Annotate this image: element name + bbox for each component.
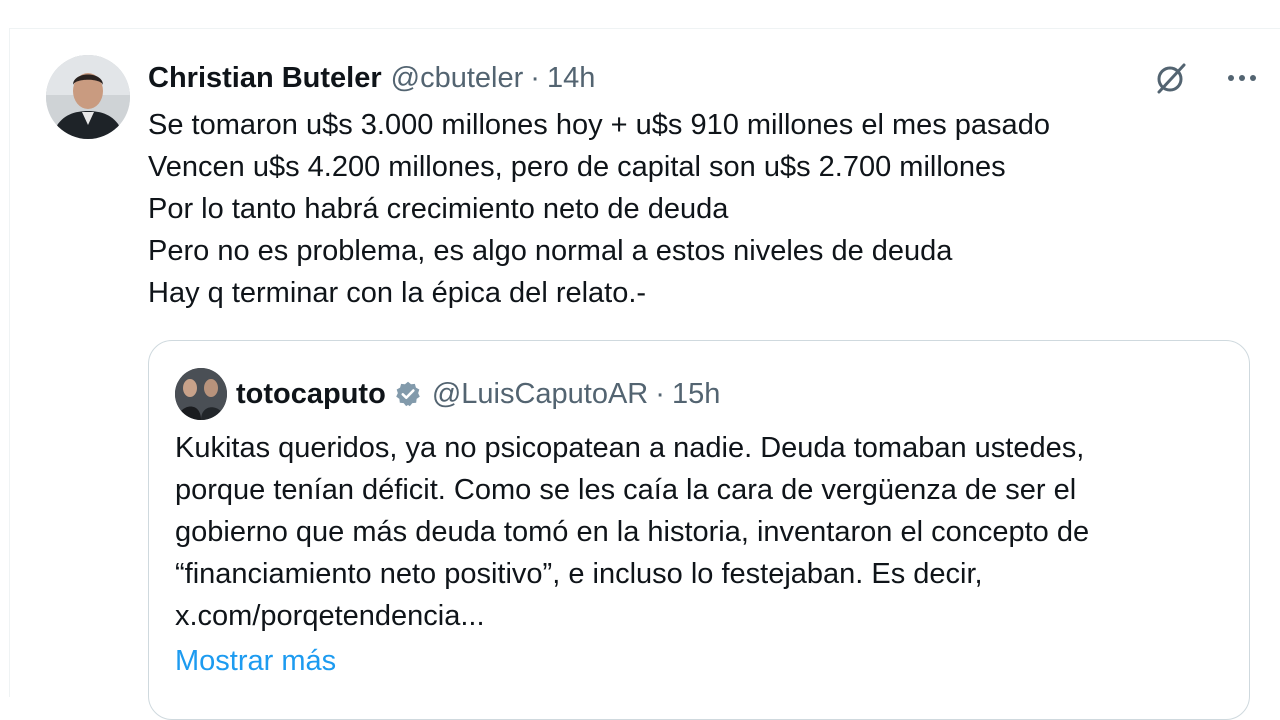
tweet-line: Vencen u$s 4.200 millones, pero de capit…	[148, 151, 1006, 183]
separator-dot: ·	[655, 377, 665, 410]
quoted-tweet-time[interactable]: 15h	[672, 378, 720, 411]
verified-badge-icon	[394, 380, 422, 408]
tweet-actions	[1150, 58, 1262, 98]
tweet-line: Pero no es problema, es algo normal a es…	[148, 235, 953, 267]
show-more-link[interactable]: Mostrar más	[175, 640, 336, 682]
tweet-line: Hay q terminar con la épica del relato.-	[148, 277, 647, 309]
quoted-tweet-line: porque tenían déficit. Como se les caía …	[175, 474, 1077, 506]
quoted-tweet-line: x.com/porqetendencia...	[175, 600, 485, 632]
quoted-tweet-line: “financiamiento neto positivo”, e inclus…	[175, 558, 983, 590]
tweet-text: Se tomaron u$s 3.000 millones hoy + u$s …	[148, 104, 1208, 314]
separator-dot: ·	[530, 61, 540, 94]
tweet-time[interactable]: 14h	[547, 62, 595, 95]
grok-icon[interactable]	[1150, 57, 1192, 99]
author-avatar[interactable]	[46, 55, 130, 139]
quoted-tweet-line: gobierno que más deuda tomó en la histor…	[175, 516, 1090, 548]
quoted-tweet-text: Kukitas queridos, ya no psicopatean a na…	[175, 427, 1235, 637]
quoted-tweet-header: totocaputo @LuisCaputoAR · 15h	[236, 374, 720, 414]
tweet-line: Por lo tanto habrá crecimiento neto de d…	[148, 193, 729, 225]
top-strip	[0, 0, 1280, 28]
more-icon[interactable]	[1222, 58, 1262, 98]
tweet-line: Se tomaron u$s 3.000 millones hoy + u$s …	[148, 109, 1050, 141]
tweet-header: Christian Buteler @cbuteler · 14h	[148, 58, 595, 98]
author-handle[interactable]: @cbuteler	[391, 62, 524, 95]
quoted-tweet-line: Kukitas queridos, ya no psicopatean a na…	[175, 432, 1085, 464]
quoted-author-name[interactable]: totocaputo	[236, 378, 386, 411]
author-name[interactable]: Christian Buteler	[148, 62, 382, 95]
quoted-author-handle[interactable]: @LuisCaputoAR	[432, 378, 648, 411]
quoted-author-avatar[interactable]	[175, 368, 227, 420]
